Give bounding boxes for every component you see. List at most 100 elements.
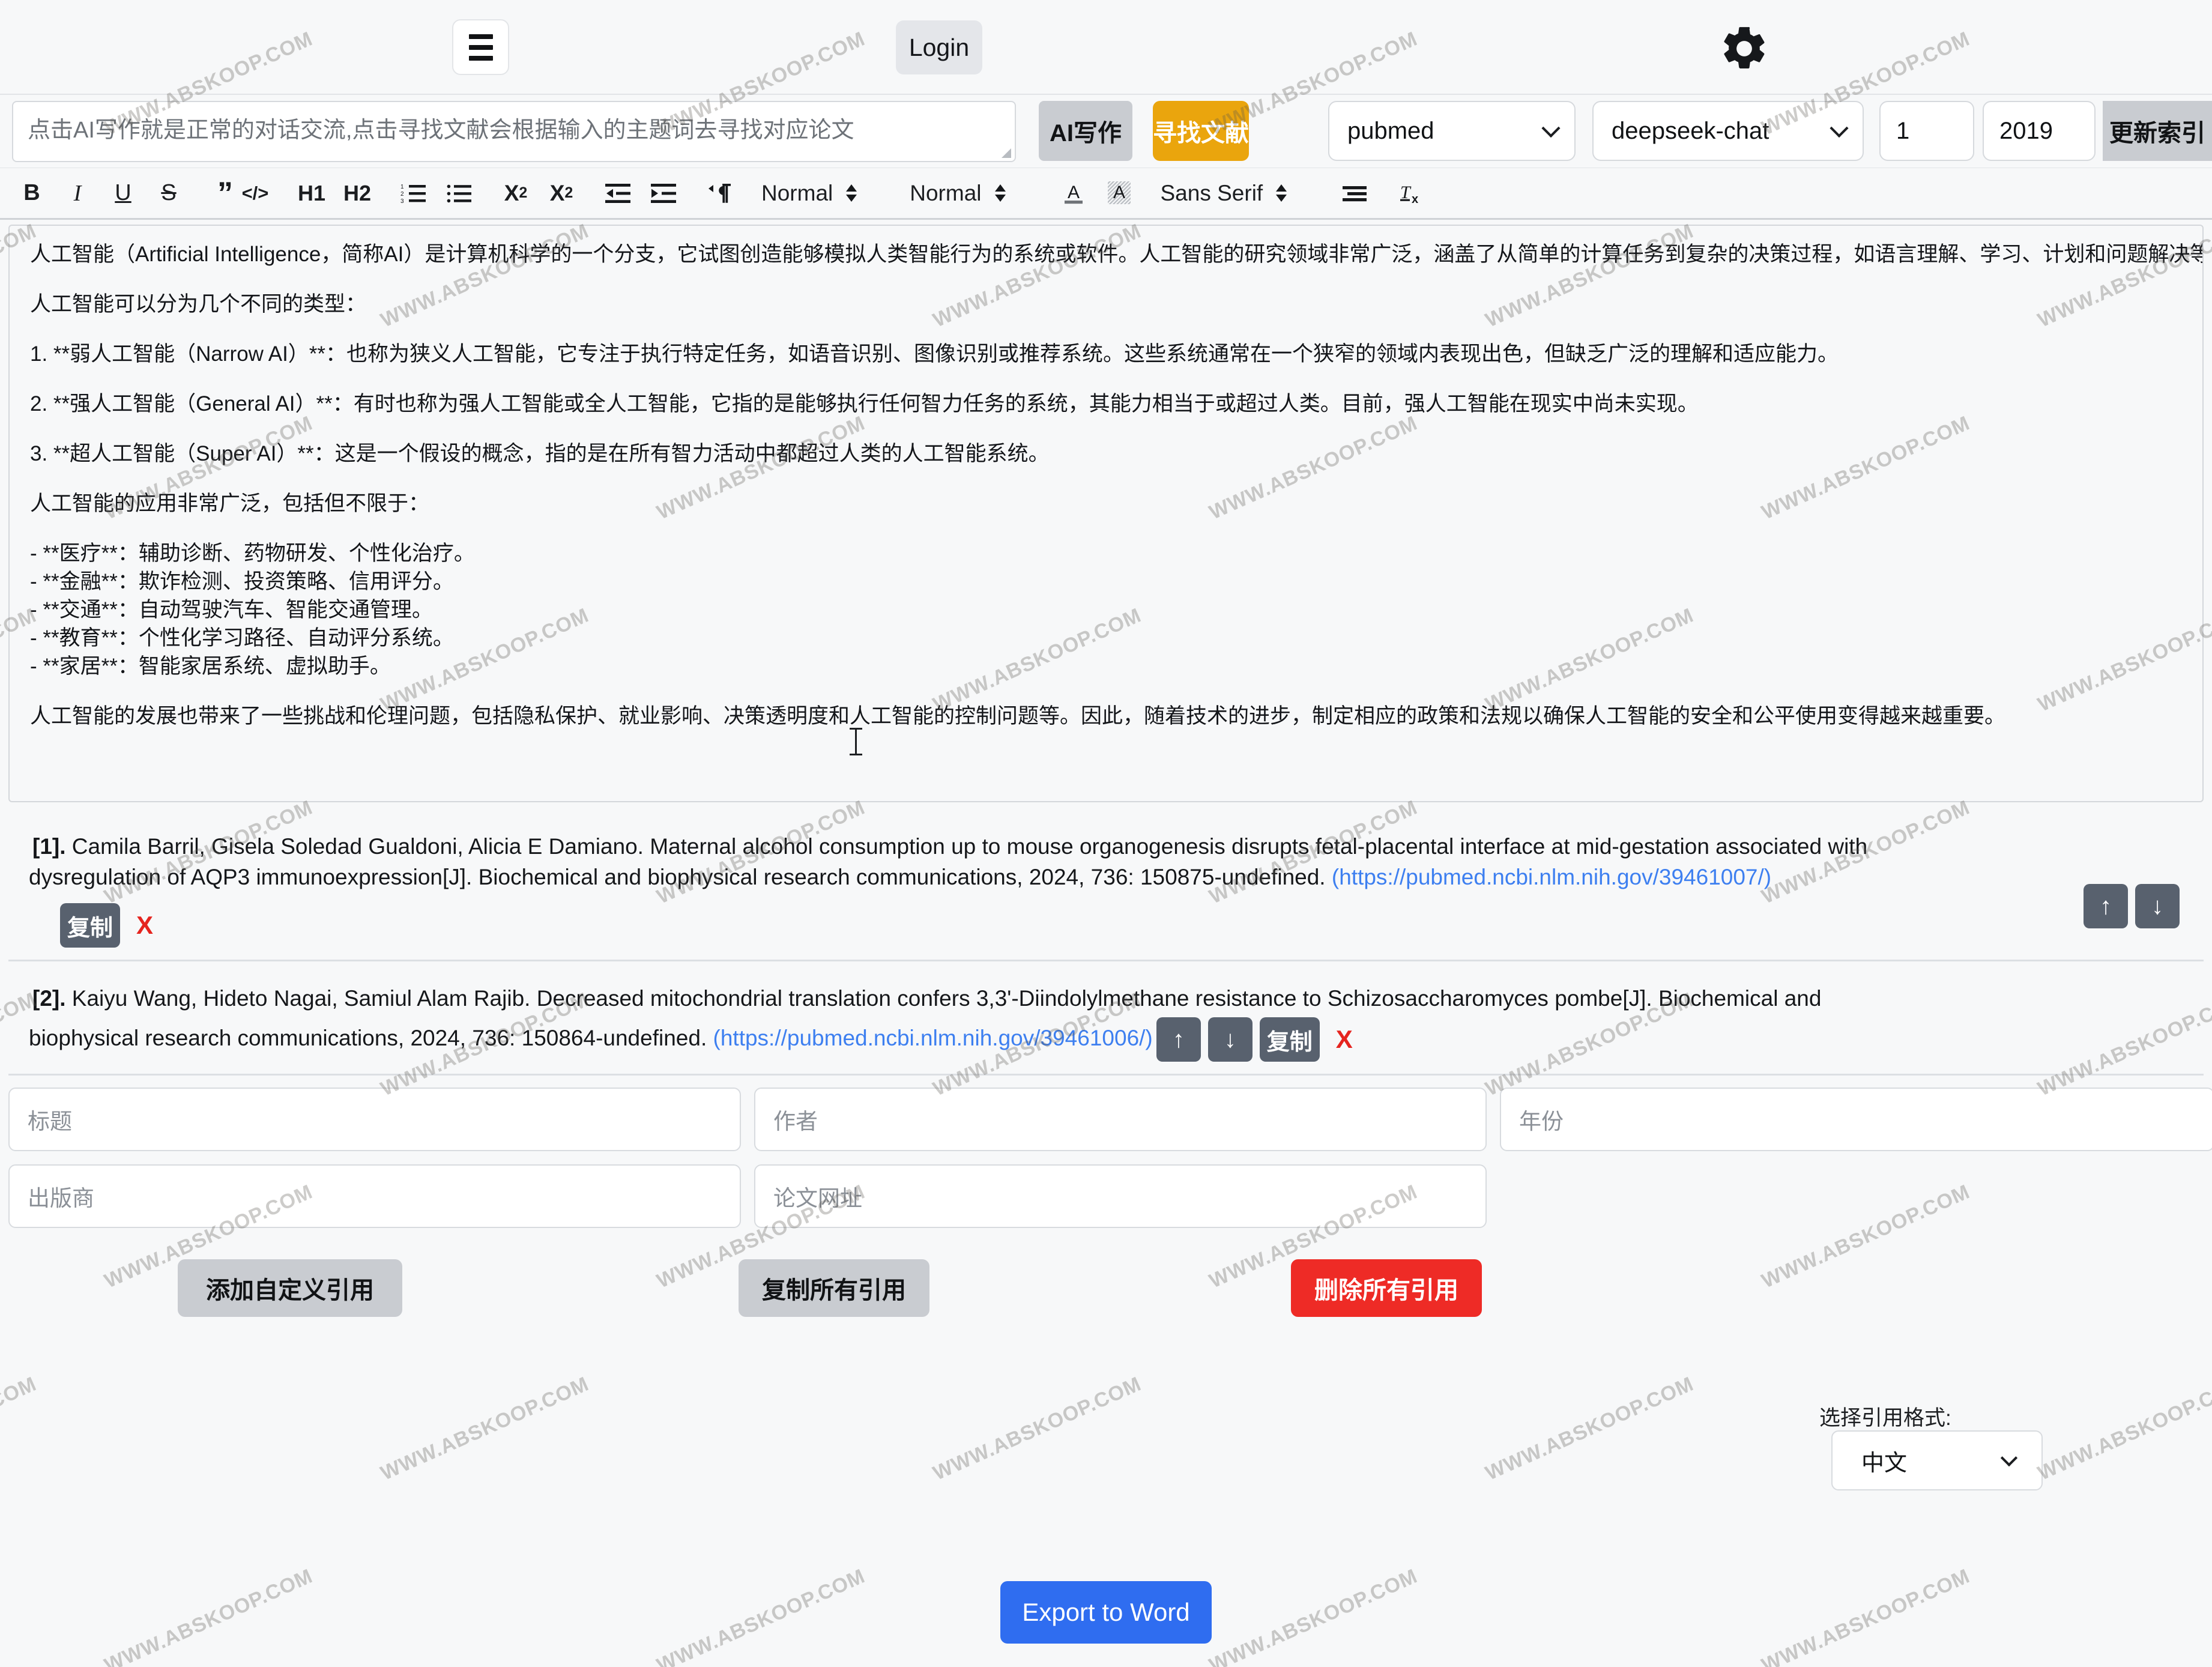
copy-citation-button[interactable]: 复制 <box>60 903 120 948</box>
svg-text:2: 2 <box>400 191 404 198</box>
chevron-updown-icon <box>1276 184 1287 202</box>
citation-format-label: 选择引用格式: <box>1819 1406 1951 1430</box>
page-number-input[interactable]: 1 <box>1879 101 1974 161</box>
text-cursor <box>850 728 862 755</box>
login-button[interactable]: Login <box>896 20 982 74</box>
editor-bullet: - **金融**：欺诈检测、投资策略、信用评分。 <box>30 570 454 593</box>
citation-text: biophysical research communications, 202… <box>29 1025 707 1050</box>
watermark-text: WWW.ABSKOOP.COM <box>2034 1372 2212 1485</box>
subscript-label: X <box>504 180 519 205</box>
citation-number: [2]. <box>32 986 66 1011</box>
citation-item: [1]. Camila Barril, Gisela Soledad Guald… <box>8 817 2204 962</box>
citation-link[interactable]: (https://pubmed.ncbi.nlm.nih.gov/3946100… <box>1332 865 1771 889</box>
move-down-button[interactable]: ↓ <box>2135 884 2180 928</box>
text-direction-icon[interactable] <box>705 176 735 211</box>
italic-button[interactable]: I <box>62 176 92 211</box>
find-literature-button[interactable]: 寻找文献 <box>1153 101 1249 161</box>
copy-citation-button[interactable]: 复制 <box>1259 1017 1320 1062</box>
copy-all-citations-button[interactable]: 复制所有引用 <box>739 1259 929 1318</box>
move-down-button[interactable]: ↓ <box>1207 1017 1253 1062</box>
clear-formatting-icon[interactable]: T x <box>1396 176 1426 211</box>
year-field[interactable]: 年份 <box>1500 1088 2212 1152</box>
hamburger-icon-line <box>468 55 493 61</box>
bold-button[interactable]: B <box>17 176 47 211</box>
font-family-value: Sans Serif <box>1160 180 1263 205</box>
ai-write-button[interactable]: AI写作 <box>1039 101 1132 161</box>
chevron-down-icon <box>1541 119 1561 138</box>
superscript-label: X <box>549 180 565 205</box>
editor-bullet: - **教育**：个性化学习路径、自动评分系统。 <box>30 626 454 650</box>
export-to-word-button[interactable]: Export to Word <box>1000 1581 1212 1644</box>
align-icon[interactable] <box>1340 176 1370 211</box>
strikethrough-button[interactable]: S <box>154 176 184 211</box>
search-input[interactable]: 点击AI写作就是正常的对话交流,点击寻找文献会根据输入的主题词去寻找对应论文 <box>12 101 1016 162</box>
citation-text: Kaiyu Wang, Hideto Nagai, Samiul Alam Ra… <box>71 986 1822 1011</box>
settings-gear-icon[interactable] <box>1718 23 1770 74</box>
top-bar: Login <box>0 0 2212 95</box>
background-color-button[interactable]: A <box>1104 176 1134 211</box>
font-size-picker[interactable]: Normal <box>761 181 857 206</box>
font-color-button[interactable]: A <box>1059 176 1089 211</box>
heading-style-picker[interactable]: Normal <box>910 180 1006 206</box>
citation-format-select[interactable]: 中文 <box>1831 1430 2043 1490</box>
ordered-list-icon[interactable]: 1 2 3 <box>399 176 429 211</box>
author-field[interactable]: 作者 <box>754 1088 1487 1152</box>
bullet-list-icon[interactable] <box>444 176 474 211</box>
citation-list: [1]. Camila Barril, Gisela Soledad Guald… <box>8 817 2204 1076</box>
title-field[interactable]: 标题 <box>8 1088 741 1152</box>
citation-number: [1]. <box>32 834 66 859</box>
editor-bullet: - **交通**：自动驾驶汽车、智能交通管理。 <box>30 598 433 622</box>
rich-text-editor[interactable]: 人工智能（Artificial Intelligence，简称AI）是计算机科学… <box>8 225 2204 802</box>
delete-all-citations-button[interactable]: 删除所有引用 <box>1291 1259 1482 1318</box>
citation-format-value: 中文 <box>1861 1450 1908 1476</box>
citation-actions: 添加自定义引用 复制所有引用 删除所有引用 <box>8 1228 2204 1346</box>
search-action-row: 点击AI写作就是正常的对话交流,点击寻找文献会根据输入的主题词去寻找对应论文 A… <box>0 95 2212 168</box>
font-size-value: Normal <box>761 180 833 205</box>
subscript-button[interactable]: X2 <box>501 176 531 211</box>
editor-paragraph: 人工智能可以分为几个不同的类型： <box>30 292 367 316</box>
outdent-icon[interactable] <box>603 176 633 211</box>
heading-style-value: Normal <box>910 180 982 205</box>
svg-text:3: 3 <box>400 198 404 205</box>
svg-text:1: 1 <box>400 184 404 190</box>
citation-text: dysregulation of AQP3 immunoexpression[J… <box>29 865 1326 890</box>
svg-text:x: x <box>1412 193 1418 206</box>
heading-2-button[interactable]: H2 <box>342 176 372 211</box>
superscript-button[interactable]: X2 <box>546 176 576 211</box>
source-select-value: pubmed <box>1347 117 1434 144</box>
editor-paragraph: 人工智能的应用非常广泛，包括但不限于： <box>30 492 430 515</box>
svg-text:A: A <box>1067 183 1079 202</box>
formatting-toolbar: B I U S ” </> H1 H2 1 2 3 X2 X 2 Normal … <box>0 168 2212 220</box>
year-input[interactable]: 2019 <box>1983 101 2096 161</box>
hamburger-menu-button[interactable] <box>452 19 509 75</box>
code-block-button[interactable]: </> <box>240 176 270 211</box>
editor-paragraph: 1. **弱人工智能（Narrow AI）**：也称为狭义人工智能，它专注于执行… <box>30 342 1839 366</box>
watermark-text: WWW.ABSKOOP.COM <box>0 1372 40 1485</box>
model-select[interactable]: deepseek-chat <box>1592 101 1864 161</box>
hamburger-icon-line <box>468 34 493 39</box>
move-up-button[interactable]: ↑ <box>2084 884 2128 928</box>
chevron-updown-icon <box>994 184 1006 202</box>
editor-bullet: - **家居**：智能家居系统、虚拟助手。 <box>30 655 391 678</box>
citation-link[interactable]: (https://pubmed.ncbi.nlm.nih.gov/3946100… <box>713 1026 1153 1050</box>
watermark-text: WWW.ABSKOOP.COM <box>377 1372 593 1485</box>
paper-url-field[interactable]: 论文网址 <box>754 1164 1487 1229</box>
publisher-field[interactable]: 出版商 <box>8 1164 741 1229</box>
blockquote-button[interactable]: ” <box>210 176 240 211</box>
add-custom-citation-button[interactable]: 添加自定义引用 <box>178 1259 402 1318</box>
editor-bullet: - **医疗**：辅助诊断、药物研发、个性化治疗。 <box>30 542 475 565</box>
move-up-button[interactable]: ↑ <box>1156 1017 1201 1062</box>
indent-icon[interactable] <box>648 176 678 211</box>
heading-1-button[interactable]: H1 <box>297 176 327 211</box>
chevron-down-icon <box>1830 119 1849 138</box>
model-select-value: deepseek-chat <box>1612 117 1769 144</box>
source-select[interactable]: pubmed <box>1328 101 1576 161</box>
delete-citation-button[interactable]: X <box>1325 1017 1364 1062</box>
hamburger-icon-line <box>468 44 493 50</box>
delete-citation-button[interactable]: X <box>125 903 165 948</box>
editor-paragraph: 3. **超人工智能（Super AI）**：这是一个假设的概念，指的是在所有智… <box>30 442 1050 465</box>
watermark-text: WWW.ABSKOOP.COM <box>1482 1372 1697 1485</box>
update-index-button[interactable]: 更新索引 <box>2103 101 2212 161</box>
underline-button[interactable]: U <box>108 176 138 211</box>
font-family-picker[interactable]: Sans Serif <box>1161 181 1287 206</box>
